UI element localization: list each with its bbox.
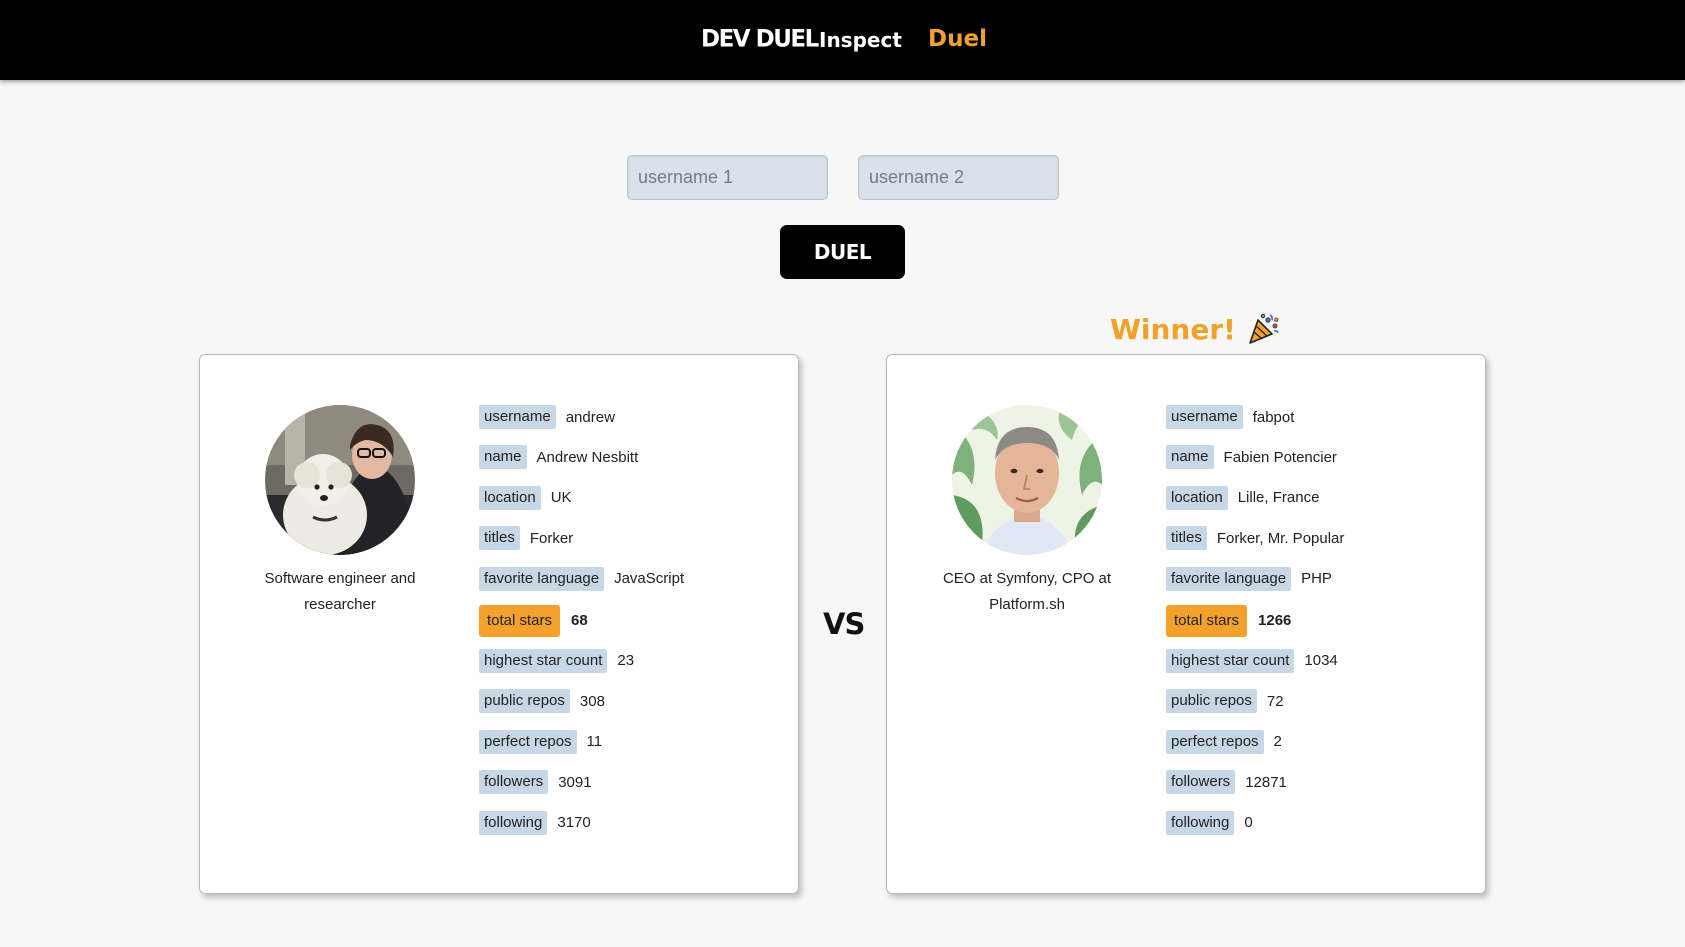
stat-label: followers xyxy=(1166,770,1236,795)
stat-value: 0 xyxy=(1244,814,1253,832)
stat-value: 2 xyxy=(1273,733,1282,751)
stat-value: fabpot xyxy=(1252,408,1295,426)
stat-row-username: username andrew xyxy=(479,405,779,429)
stat-row-titles: titles Forker, Mr. Popular xyxy=(1166,526,1466,551)
stat-label: following xyxy=(479,810,548,835)
stat-value: 3091 xyxy=(558,773,592,791)
stat-label: following xyxy=(1166,810,1235,835)
stat-value: JavaScript xyxy=(614,570,685,588)
stat-value: andrew xyxy=(565,408,615,426)
stat-row-perfect-repos: perfect repos 11 xyxy=(479,729,779,754)
stat-label: perfect repos xyxy=(1166,729,1264,754)
stat-row-followers: followers 3091 xyxy=(479,770,779,795)
stat-value: 72 xyxy=(1266,692,1284,710)
avatar xyxy=(265,405,415,555)
stat-value-highlight: 1266 xyxy=(1258,612,1292,630)
stat-row-favorite-language: favorite language JavaScript xyxy=(479,566,779,591)
stat-row-titles: titles Forker xyxy=(479,526,779,551)
stat-row-name: name Fabien Potencier xyxy=(1166,445,1466,470)
nav-inspect-link[interactable]: Inspect xyxy=(819,28,902,52)
stat-value: 23 xyxy=(617,652,635,670)
stat-value: PHP xyxy=(1301,570,1332,588)
stat-label: location xyxy=(479,485,541,510)
player-card-1: Software engineer and researcher usernam… xyxy=(199,354,799,894)
player-stats: username fabpot name Fabien Potencier loca… xyxy=(1166,405,1466,851)
player-card-2: CEO at Symfony, CPO at Platform.sh usern… xyxy=(886,354,1486,894)
stat-value: 308 xyxy=(579,692,605,710)
stat-value: Fabien Potencier xyxy=(1223,448,1337,466)
stat-label: username xyxy=(479,405,556,429)
party-popper-icon xyxy=(1246,312,1280,346)
stat-row-total-stars: total stars 1266 xyxy=(1166,604,1466,637)
winner-text: Winner! xyxy=(1110,312,1236,346)
stat-value-highlight: 68 xyxy=(571,612,588,630)
stat-label: titles xyxy=(1166,526,1207,551)
username-1-input[interactable] xyxy=(627,155,828,200)
stat-label: favorite language xyxy=(1166,566,1292,591)
username-2-input[interactable] xyxy=(858,155,1059,200)
stat-label: titles xyxy=(479,526,520,551)
stat-row-username: username fabpot xyxy=(1166,405,1466,429)
avatar xyxy=(952,405,1102,555)
stat-label: public repos xyxy=(479,689,570,714)
stat-value: 3170 xyxy=(557,814,591,832)
stat-label: followers xyxy=(479,770,549,795)
stat-label: perfect repos xyxy=(479,729,577,754)
stat-row-location: location UK xyxy=(479,485,779,510)
stat-value: 11 xyxy=(586,733,603,751)
stat-label: name xyxy=(479,445,527,470)
stat-row-public-repos: public repos 308 xyxy=(479,689,779,714)
stat-row-followers: followers 12871 xyxy=(1166,770,1466,795)
stat-label: name xyxy=(1166,445,1214,470)
stat-row-following: following 0 xyxy=(1166,810,1466,835)
stat-value: Lille, France xyxy=(1237,489,1320,507)
vs-label: VS xyxy=(823,607,865,641)
duel-button[interactable]: DUEL xyxy=(780,225,905,279)
stat-label: public repos xyxy=(1166,689,1257,714)
stat-row-favorite-language: favorite language PHP xyxy=(1166,566,1466,591)
brand-logo[interactable]: DEV DUEL xyxy=(701,25,819,52)
player-stats: username andrew name Andrew Nesbitt locati… xyxy=(479,405,779,851)
stat-label: highest star count xyxy=(1166,648,1295,673)
stat-value: 12871 xyxy=(1245,773,1287,791)
stat-row-highest-star-count: highest star count 23 xyxy=(479,648,779,673)
player-bio: Software engineer and researcher xyxy=(264,570,416,613)
stat-row-following: following 3170 xyxy=(479,810,779,835)
stat-value: 1034 xyxy=(1304,652,1338,670)
top-navbar: DEV DUEL Inspect Duel xyxy=(0,0,1685,80)
player-bio: CEO at Symfony, CPO at Platform.sh xyxy=(942,570,1112,613)
stat-row-total-stars: total stars 68 xyxy=(479,604,779,637)
stat-label-highlight: total stars xyxy=(1166,604,1248,637)
stat-label: location xyxy=(1166,485,1228,510)
stat-row-public-repos: public repos 72 xyxy=(1166,689,1466,714)
stat-label: username xyxy=(1166,405,1243,429)
stat-value: Forker xyxy=(529,529,574,547)
winner-label: Winner! xyxy=(1110,312,1280,346)
stat-row-location: location Lille, France xyxy=(1166,485,1466,510)
nav-duel-link[interactable]: Duel xyxy=(928,26,987,52)
stat-row-name: name Andrew Nesbitt xyxy=(479,445,779,470)
stat-row-perfect-repos: perfect repos 2 xyxy=(1166,729,1466,754)
stat-label: highest star count xyxy=(479,648,608,673)
stat-label-highlight: total stars xyxy=(479,604,561,637)
stat-value: UK xyxy=(550,489,572,507)
stat-label: favorite language xyxy=(479,566,605,591)
stat-row-highest-star-count: highest star count 1034 xyxy=(1166,648,1466,673)
stat-value: Andrew Nesbitt xyxy=(536,448,639,466)
stat-value: Forker, Mr. Popular xyxy=(1216,529,1345,547)
